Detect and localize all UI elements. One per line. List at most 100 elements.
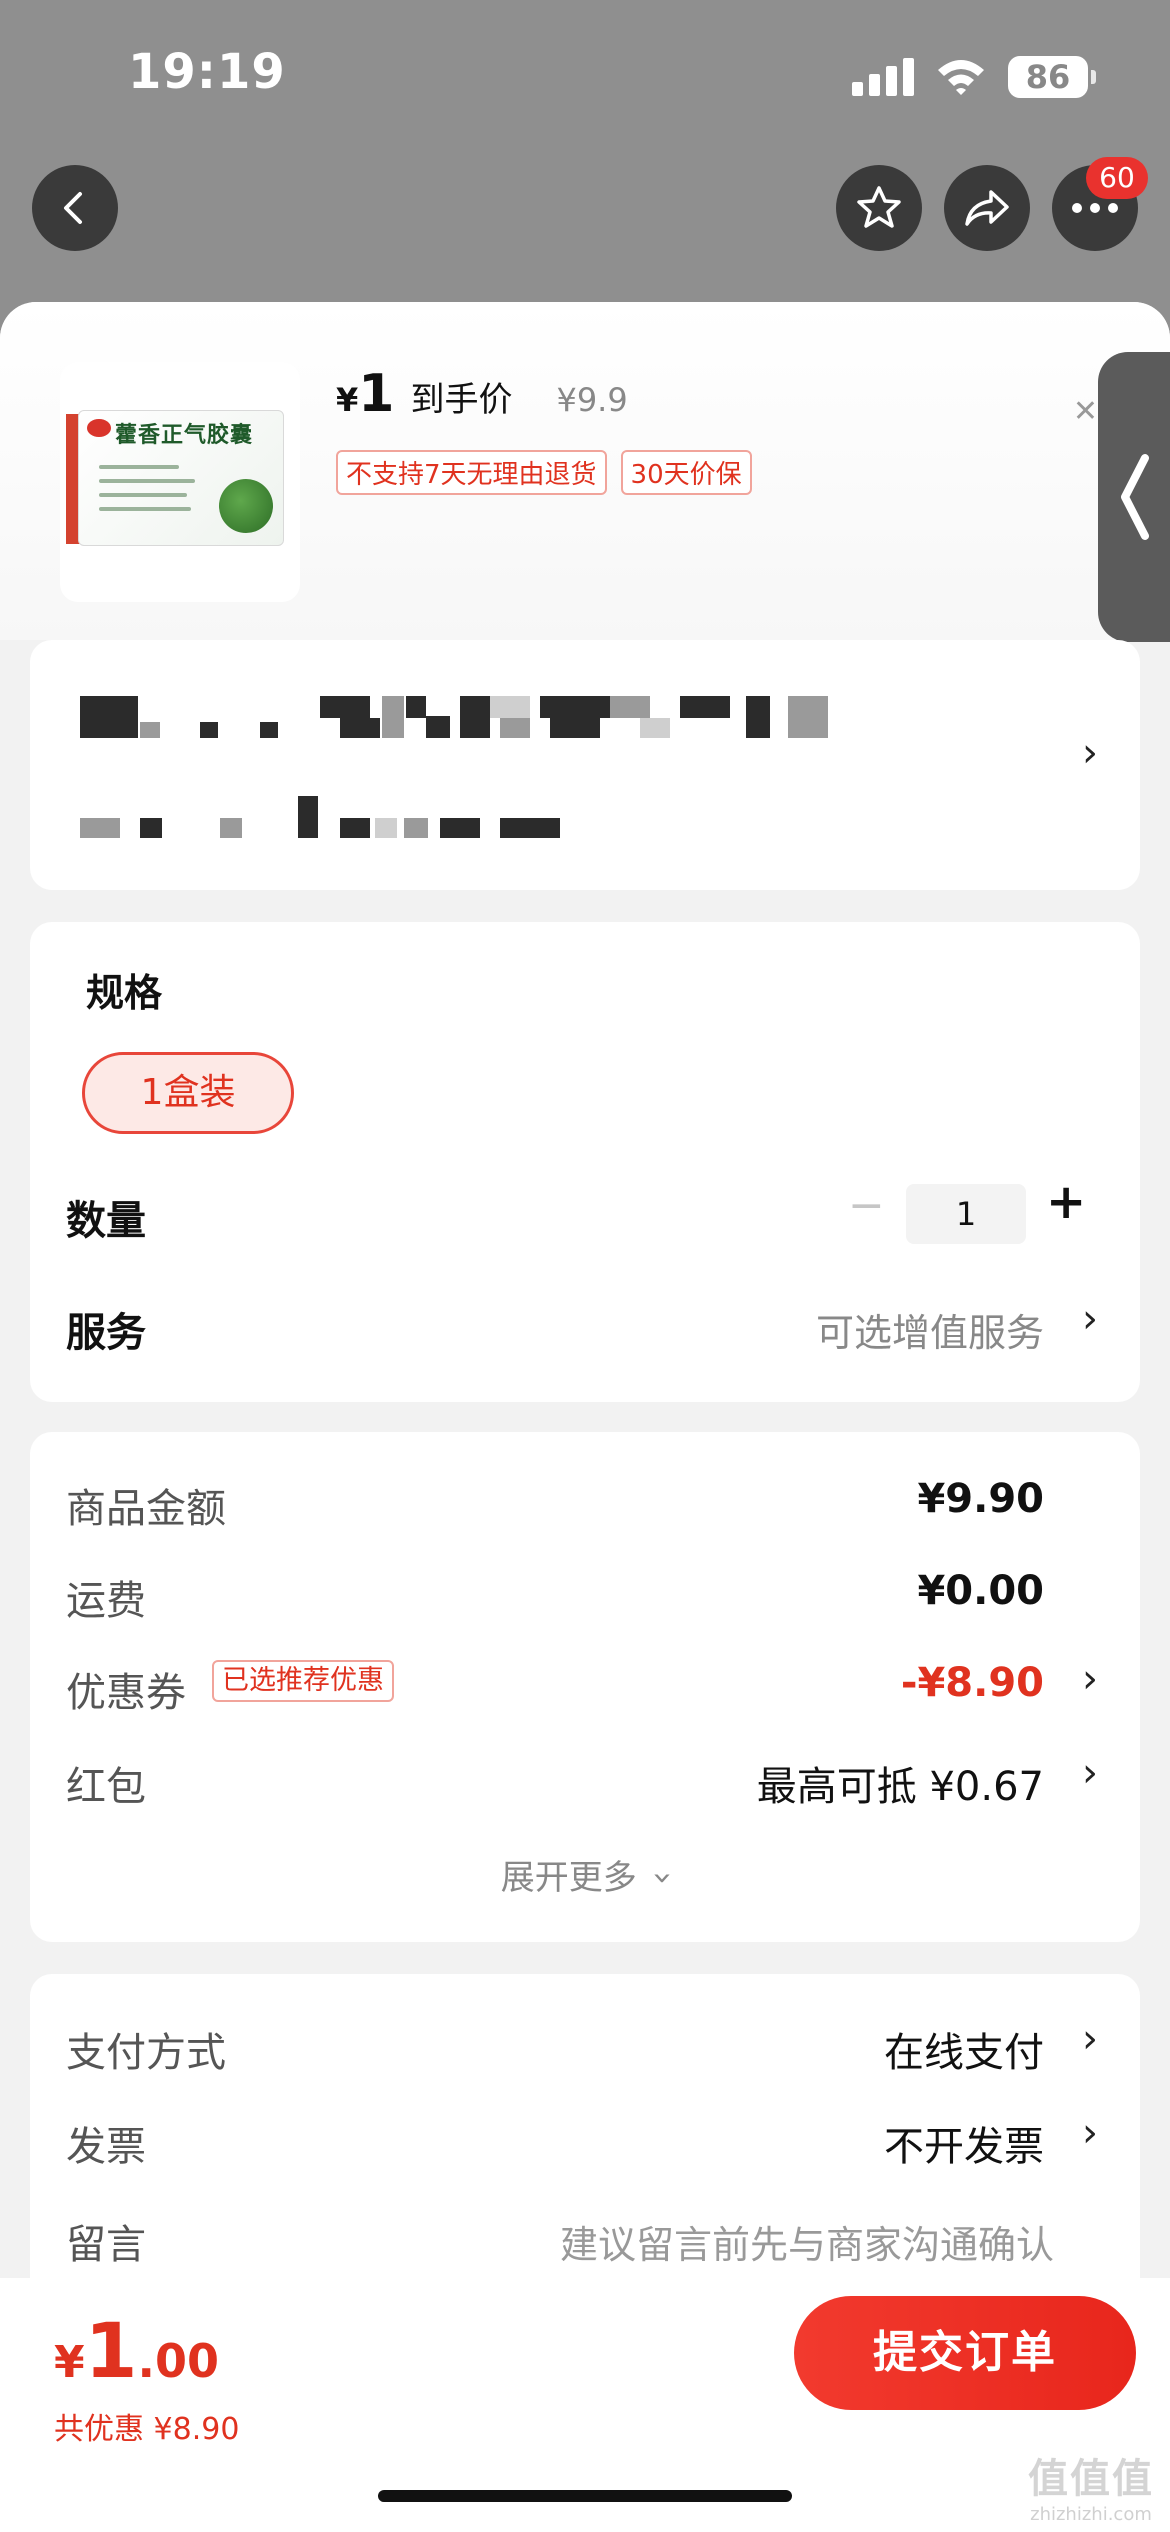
more-button[interactable]: 60 bbox=[1052, 157, 1148, 251]
payment-method-label: 支付方式 bbox=[66, 2030, 226, 2076]
order-sheet: 藿香正气胶囊 ¥ 1 到手价 ¥9.9 不支持7天无理由退货 30天价保 ✕ ›… bbox=[0, 302, 1170, 2532]
redacted-block bbox=[140, 722, 160, 738]
price-currency: ¥ bbox=[336, 381, 359, 419]
amount-card: 商品金额 ¥9.90 运费 ¥0.00 优惠券 已选推荐优惠 -¥8.90 › … bbox=[30, 1432, 1140, 1942]
payment-method-value[interactable]: 在线支付 bbox=[884, 2020, 1044, 2078]
redacted-block bbox=[406, 696, 426, 718]
medicine-box: 藿香正气胶囊 bbox=[78, 410, 284, 546]
share-button[interactable] bbox=[944, 165, 1030, 251]
price-protect-tag: 30天价保 bbox=[620, 450, 752, 495]
battery-icon: 86 bbox=[1008, 56, 1096, 98]
close-icon[interactable]: ✕ bbox=[1073, 394, 1098, 429]
redacted-block bbox=[788, 696, 828, 738]
box-title: 藿香正气胶囊 bbox=[115, 423, 254, 448]
note-input[interactable]: 建议留言前先与商家沟通确认 bbox=[560, 2214, 1054, 2269]
spec-card: 规格 1盒装 数量 − 1 + 服务 可选增值服务 › bbox=[30, 922, 1140, 1402]
box-text-line bbox=[99, 479, 195, 483]
redacted-block bbox=[426, 716, 450, 738]
redacted-block bbox=[298, 796, 318, 838]
redacted-block bbox=[500, 718, 530, 738]
redacted-block bbox=[540, 696, 610, 718]
redacted-block bbox=[375, 818, 397, 838]
product-image: 藿香正气胶囊 bbox=[60, 362, 300, 602]
chevron-right-icon: › bbox=[1082, 2110, 1098, 2156]
product-tags: 不支持7天无理由退货 30天价保 bbox=[336, 450, 752, 495]
final-price-label: 到手价 bbox=[410, 380, 513, 420]
redacted-block bbox=[680, 696, 730, 718]
redacted-block bbox=[80, 696, 138, 738]
total-currency: ¥ bbox=[54, 2337, 85, 2388]
service-label: 服务 bbox=[66, 1310, 146, 1356]
original-price: ¥9.9 bbox=[556, 381, 628, 419]
coupon-value[interactable]: -¥8.90 bbox=[901, 1660, 1044, 1706]
no-return-tag: 不支持7天无理由退货 bbox=[336, 450, 607, 495]
star-icon bbox=[857, 186, 901, 228]
box-plant-image bbox=[219, 479, 273, 533]
brand-logo bbox=[87, 419, 111, 437]
wifi-icon bbox=[938, 60, 984, 95]
coupon-label: 优惠券 bbox=[66, 1670, 186, 1716]
box-text-line bbox=[99, 465, 179, 469]
redacted-block bbox=[200, 722, 218, 738]
more-icon bbox=[1072, 203, 1118, 213]
goods-amount-value: ¥9.90 bbox=[917, 1476, 1044, 1522]
note-label: 留言 bbox=[66, 2222, 146, 2268]
service-value[interactable]: 可选增值服务 bbox=[816, 1302, 1044, 1357]
favorite-button[interactable] bbox=[836, 165, 922, 251]
redacted-block bbox=[404, 818, 428, 838]
chevron-right-icon: › bbox=[1082, 2016, 1098, 2062]
redacted-block bbox=[550, 718, 600, 738]
signal-icon bbox=[852, 58, 914, 96]
expand-more-button[interactable]: 展开更多 › bbox=[30, 1850, 1140, 1899]
quantity-increase-button[interactable]: + bbox=[1046, 1174, 1086, 1230]
shipping-label: 运费 bbox=[66, 1578, 146, 1624]
home-indicator bbox=[378, 2490, 792, 2502]
back-button[interactable] bbox=[32, 165, 118, 251]
price-row: ¥ 1 到手价 ¥9.9 bbox=[336, 364, 628, 424]
redacted-block bbox=[340, 818, 370, 838]
total-decimal: .00 bbox=[137, 2334, 220, 2388]
notification-badge: 60 bbox=[1086, 157, 1148, 199]
total-price: ¥ 1 .00 bbox=[54, 2306, 219, 2395]
box-text-line bbox=[99, 493, 187, 497]
status-time: 19:19 bbox=[128, 44, 286, 100]
invoice-value[interactable]: 不开发票 bbox=[884, 2114, 1044, 2172]
shipping-value: ¥0.00 bbox=[917, 1568, 1044, 1614]
redacted-block bbox=[460, 696, 490, 738]
redacted-block bbox=[320, 696, 370, 718]
spec-title: 规格 bbox=[86, 971, 163, 1015]
redacted-block bbox=[640, 718, 670, 738]
final-price: 1 bbox=[358, 364, 395, 424]
invoice-label: 发票 bbox=[66, 2124, 146, 2170]
quantity-decrease-button[interactable]: − bbox=[848, 1180, 885, 1231]
expand-more-label: 展开更多 bbox=[500, 1858, 637, 1898]
redacted-block bbox=[490, 696, 530, 718]
submit-order-button[interactable]: 提交订单 bbox=[794, 2296, 1136, 2410]
chevron-right-icon: › bbox=[1082, 1656, 1098, 1702]
redacted-block bbox=[610, 696, 650, 718]
chevron-right-icon: › bbox=[1082, 730, 1098, 776]
redpacket-value[interactable]: 最高可抵 ¥0.67 bbox=[757, 1754, 1044, 1812]
back-icon bbox=[64, 192, 82, 224]
total-integer: 1 bbox=[84, 2306, 138, 2395]
chevron-down-icon: › bbox=[642, 1871, 683, 1885]
redacted-block bbox=[80, 818, 120, 838]
quantity-input[interactable]: 1 bbox=[906, 1184, 1026, 1244]
side-drawer-tab[interactable] bbox=[1098, 352, 1170, 642]
redacted-block bbox=[382, 696, 404, 738]
product-summary: 藿香正气胶囊 ¥ 1 到手价 ¥9.9 不支持7天无理由退货 30天价保 ✕ bbox=[0, 302, 1170, 642]
chevron-right-icon: › bbox=[1082, 1296, 1098, 1342]
share-icon bbox=[965, 190, 1009, 226]
coupon-recommended-tag: 已选推荐优惠 bbox=[212, 1660, 394, 1702]
box-text-line bbox=[99, 507, 191, 511]
status-bar: 19:19 86 bbox=[0, 0, 1170, 150]
goods-amount-label: 商品金额 bbox=[66, 1486, 226, 1532]
chevron-right-icon: › bbox=[1082, 1750, 1098, 1796]
address-card[interactable]: › bbox=[30, 640, 1140, 890]
redacted-block bbox=[140, 818, 162, 838]
redacted-block bbox=[340, 718, 380, 738]
redpacket-label: 红包 bbox=[66, 1764, 146, 1810]
total-discount: 共优惠 ¥8.90 bbox=[54, 2412, 240, 2447]
watermark: 值值值 zhizhizhi.com bbox=[1016, 2446, 1166, 2526]
spec-option-selected[interactable]: 1盒装 bbox=[82, 1052, 294, 1134]
